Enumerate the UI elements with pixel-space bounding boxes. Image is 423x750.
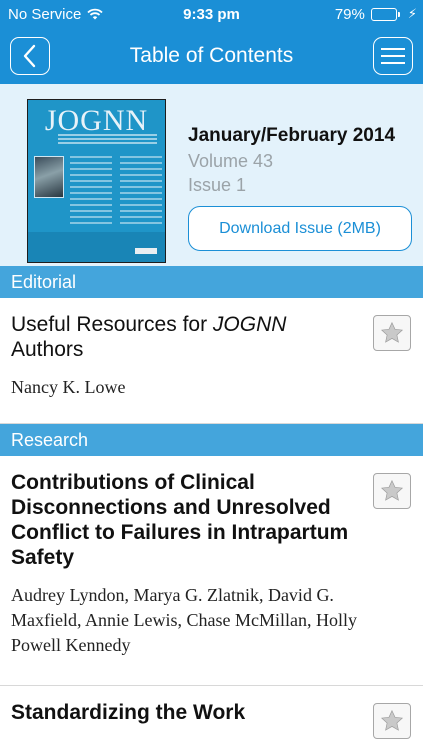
article-item[interactable]: Standardizing the Work (0, 686, 423, 746)
cover-logo: JOGNN (44, 104, 149, 137)
charging-bolt-icon: ⚡ (407, 6, 417, 21)
page-title: Table of Contents (129, 44, 294, 67)
article-authors: Audrey Lyndon, Marya G. Zlatnik, David G… (11, 585, 357, 655)
star-icon (380, 479, 404, 501)
issue-volume: Volume 43 (188, 151, 274, 171)
article-item[interactable]: Contributions of Clinical Disconnections… (0, 456, 423, 686)
article-title: Standardizing the Work (11, 701, 246, 724)
issue-number: Issue 1 (188, 175, 247, 195)
issue-date: January/February 2014 (188, 125, 396, 146)
battery-icon (370, 7, 400, 21)
wifi-icon (87, 8, 103, 20)
menu-button[interactable] (373, 37, 413, 75)
section-header-editorial: Editorial (0, 266, 423, 298)
back-button[interactable] (10, 37, 50, 75)
carrier-label: No Service (8, 5, 82, 23)
favorite-button[interactable] (373, 703, 411, 739)
journal-cover-image[interactable]: JOGNN (27, 99, 166, 263)
status-bar: No Service 9:33 pm 79% ⚡ (0, 0, 423, 28)
star-icon (380, 321, 404, 343)
article-title: Useful Resources for JOGNN Authors (11, 313, 287, 361)
section-header-research: Research (0, 424, 423, 456)
article-authors: Nancy K. Lowe (11, 377, 126, 397)
battery-percent: 79% (334, 5, 365, 23)
favorite-button[interactable] (373, 473, 411, 509)
favorite-button[interactable] (373, 315, 411, 351)
navigation-bar: Table of Contents (0, 28, 423, 84)
hamburger-menu-icon (381, 48, 405, 64)
article-title: Contributions of Clinical Disconnections… (11, 471, 349, 569)
star-icon (380, 709, 404, 731)
header: No Service 9:33 pm 79% ⚡ Table of Conten… (0, 0, 423, 84)
article-item[interactable]: Useful Resources for JOGNN Authors Nancy… (0, 298, 423, 424)
download-issue-button[interactable]: Download Issue (2MB) (188, 206, 412, 251)
chevron-left-icon (23, 44, 36, 68)
